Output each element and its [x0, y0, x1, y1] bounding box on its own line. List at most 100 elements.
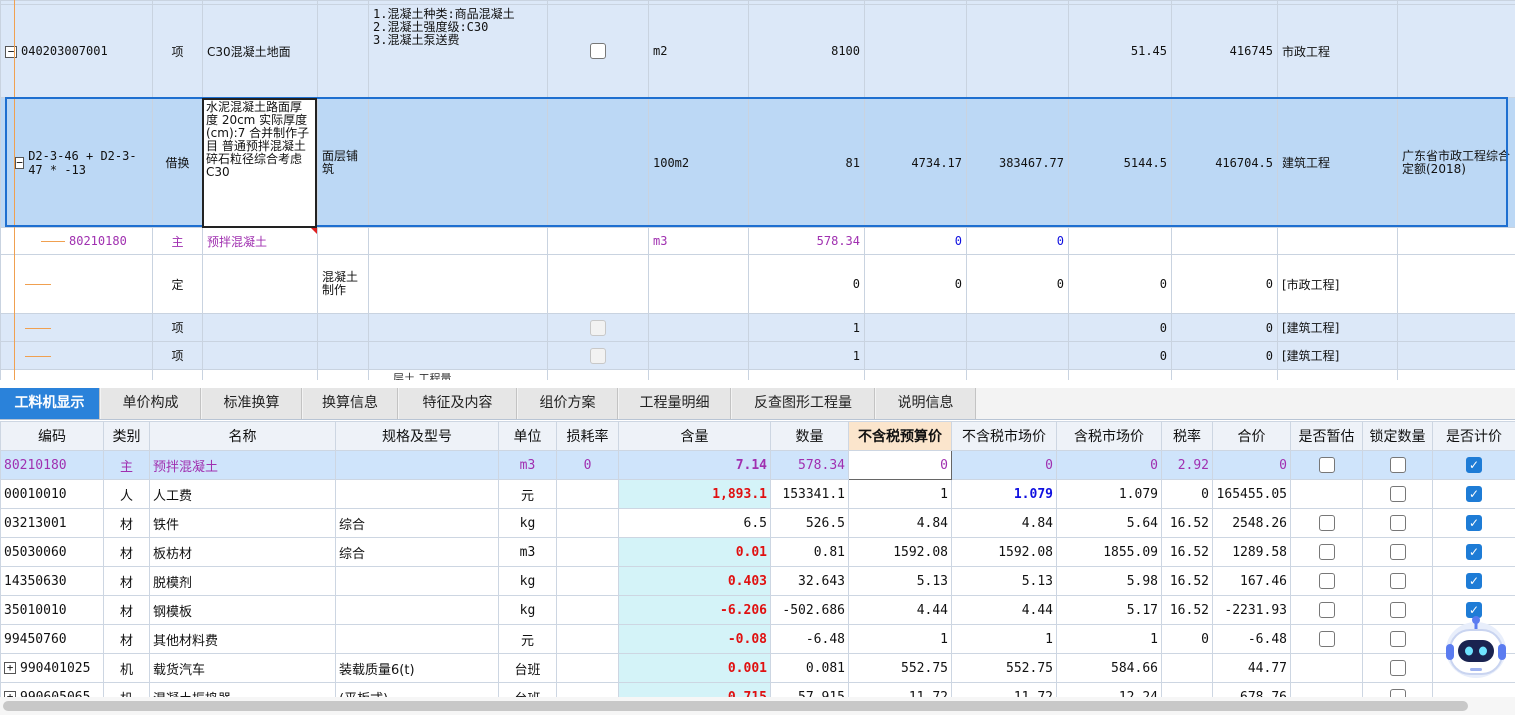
checkbox-icon[interactable] — [1389, 486, 1406, 502]
material-content[interactable]: 7.14 — [618, 450, 771, 480]
row-desc[interactable]: 1.混凝土种类:商品混凝土 2.混凝土强度级:C30 3.混凝土泵送费 — [368, 4, 548, 98]
material-market-price[interactable]: 1.079 — [951, 479, 1057, 509]
material-qty[interactable]: 32.643 — [770, 566, 849, 596]
material-row[interactable]: 99450760 材其他材料费元 -0.08 -6.48 1 1 1 0 -6.48 — [0, 624, 1515, 654]
col-tax-rate[interactable]: 税率 — [1161, 421, 1213, 451]
table-row[interactable]: 定 混凝土制作 0 0 0 0 0 [市政工程] — [0, 254, 1515, 314]
material-budget-price[interactable]: 4.44 — [848, 595, 952, 625]
material-tax-rate[interactable]: 0 — [1161, 479, 1213, 509]
material-tax-market-price[interactable]: 5.98 — [1056, 566, 1162, 596]
col-name[interactable]: 名称 — [149, 421, 336, 451]
row-name[interactable]: C30混凝土地面 — [202, 4, 318, 98]
material-name[interactable]: 脱模剂 — [149, 566, 336, 596]
material-is-temp[interactable] — [1290, 537, 1363, 567]
tab-pricing-scheme[interactable]: 组价方案 — [518, 388, 618, 419]
material-tax-rate[interactable]: 16.52 — [1161, 508, 1213, 538]
material-qty[interactable]: 153341.1 — [770, 479, 849, 509]
material-spec[interactable] — [335, 595, 499, 625]
scrollbar-thumb[interactable] — [3, 701, 1468, 711]
material-name[interactable]: 钢模板 — [149, 595, 336, 625]
material-row[interactable]: 05030060 材板枋材 综合 m3 0.01 0.81 1592.08 1592.08 18… — [0, 537, 1515, 567]
checkbox-icon[interactable] — [590, 347, 606, 364]
checkbox-icon[interactable] — [1318, 544, 1335, 560]
col-qty[interactable]: 数量 — [770, 421, 849, 451]
material-tax-market-price[interactable]: 5.64 — [1056, 508, 1162, 538]
material-tax-market-price[interactable]: 5.17 — [1056, 595, 1162, 625]
material-qty[interactable]: 0.81 — [770, 537, 849, 567]
tab-features[interactable]: 特征及内容 — [399, 388, 517, 419]
row-qty[interactable]: 578.34 — [748, 227, 865, 255]
material-row[interactable]: 35010010 材钢模板 kg -6.206 -502.686 4.44 4.44 5.17… — [0, 595, 1515, 625]
material-row[interactable]: 14350630 材脱模剂 kg 0.403 32.643 5.13 5.13 5.98 16.… — [0, 566, 1515, 596]
table-row[interactable]: 80210180 主 预拌混凝土 m3 578.34 0 0 — [0, 227, 1515, 255]
material-budget-price[interactable]: 552.75 — [848, 653, 952, 683]
material-budget-price[interactable]: 1592.08 — [848, 537, 952, 567]
checkbox-icon[interactable] — [1318, 602, 1335, 618]
col-code[interactable]: 编码 — [0, 421, 104, 451]
material-content[interactable]: 6.5 — [618, 508, 771, 538]
material-is-temp[interactable] — [1290, 682, 1363, 697]
material-budget-price[interactable]: 11.72 — [848, 682, 952, 697]
material-row[interactable]: +990401025 机载货汽车 装载质量6(t) 台班 0.001 0.081 552.7… — [0, 653, 1515, 683]
material-qty[interactable]: -502.686 — [770, 595, 849, 625]
material-budget-price[interactable]: 1 — [848, 624, 952, 654]
material-content[interactable]: -6.206 — [618, 595, 771, 625]
col-total[interactable]: 合价 — [1212, 421, 1291, 451]
material-unit[interactable]: m3 — [498, 537, 557, 567]
material-unit[interactable]: m3 — [498, 450, 557, 480]
material-row[interactable]: 03213001 材铁件 综合 kg 6.5 526.5 4.84 4.84 5.64 16.52… — [0, 508, 1515, 538]
tab-unit-price[interactable]: 单价构成 — [101, 388, 201, 419]
row-major[interactable]: [建筑工程] — [1277, 341, 1398, 370]
checkbox-icon[interactable] — [1389, 573, 1406, 589]
material-is-temp[interactable] — [1290, 479, 1363, 509]
row-name[interactable]: 预拌混凝土 — [202, 227, 318, 255]
material-name[interactable]: 预拌混凝土 — [149, 450, 336, 480]
row-qty[interactable]: 8100 — [748, 4, 865, 98]
material-row-selected[interactable]: 80210180 主预拌混凝土 m3 0 7.14 578.34 0 0 0 2.92 0 ✓ — [0, 450, 1515, 480]
row-qty[interactable]: 81 — [748, 97, 865, 228]
material-budget-price[interactable]: 5.13 — [848, 566, 952, 596]
material-lock-qty[interactable] — [1362, 508, 1433, 538]
col-loss[interactable]: 损耗率 — [556, 421, 619, 451]
material-code[interactable]: 05030060 — [0, 537, 104, 567]
table-row[interactable]: 层土 工程量 — [0, 369, 1515, 380]
collapse-icon[interactable]: − — [15, 156, 25, 169]
col-is-priced[interactable]: 是否计价 — [1432, 421, 1515, 451]
material-tax-rate[interactable] — [1161, 653, 1213, 683]
material-loss[interactable] — [556, 537, 619, 567]
material-name[interactable]: 载货汽车 — [149, 653, 336, 683]
row-qty[interactable]: 0 — [748, 254, 865, 314]
material-code[interactable]: 14350630 — [0, 566, 104, 596]
checkbox-icon[interactable]: ✓ — [1466, 573, 1482, 589]
material-loss[interactable] — [556, 595, 619, 625]
material-qty[interactable]: 57.915 — [770, 682, 849, 697]
material-name[interactable]: 板枋材 — [149, 537, 336, 567]
material-budget-price[interactable]: 0 — [848, 450, 952, 480]
material-is-temp[interactable] — [1290, 595, 1363, 625]
table-row[interactable]: 项 1 0 0 [建筑工程] — [0, 341, 1515, 370]
material-spec[interactable]: 综合 — [335, 537, 499, 567]
material-market-price[interactable]: 552.75 — [951, 653, 1057, 683]
material-is-priced[interactable]: ✓ — [1432, 479, 1515, 509]
material-lock-qty[interactable] — [1362, 450, 1433, 480]
material-lock-qty[interactable] — [1362, 479, 1433, 509]
name-edit-box[interactable]: 水泥混凝土路面厚度 20cm 实际厚度(cm):7 合并制作子目 普通预拌混凝土… — [202, 98, 317, 228]
row-checkbox-cell[interactable] — [547, 313, 649, 342]
checkbox-icon[interactable] — [590, 43, 606, 59]
tab-material-display[interactable]: 工料机显示 — [0, 388, 100, 419]
material-tax-market-price[interactable]: 584.66 — [1056, 653, 1162, 683]
material-content[interactable]: 0.01 — [618, 537, 771, 567]
row-code[interactable] — [0, 313, 153, 342]
material-name[interactable]: 混凝土振捣器 — [149, 682, 336, 697]
material-name[interactable]: 其他材料费 — [149, 624, 336, 654]
material-lock-qty[interactable] — [1362, 595, 1433, 625]
material-tax-rate[interactable]: 0 — [1161, 624, 1213, 654]
material-unit[interactable]: 台班 — [498, 653, 557, 683]
checkbox-icon[interactable] — [1389, 515, 1406, 531]
assistant-robot-icon[interactable] — [1440, 612, 1512, 684]
material-lock-qty[interactable] — [1362, 682, 1433, 697]
material-spec[interactable] — [335, 450, 499, 480]
material-is-priced[interactable]: ✓ — [1432, 566, 1515, 596]
col-budget-price[interactable]: 不含税预算价 — [848, 421, 952, 451]
material-tax-market-price[interactable]: 12.24 — [1056, 682, 1162, 697]
